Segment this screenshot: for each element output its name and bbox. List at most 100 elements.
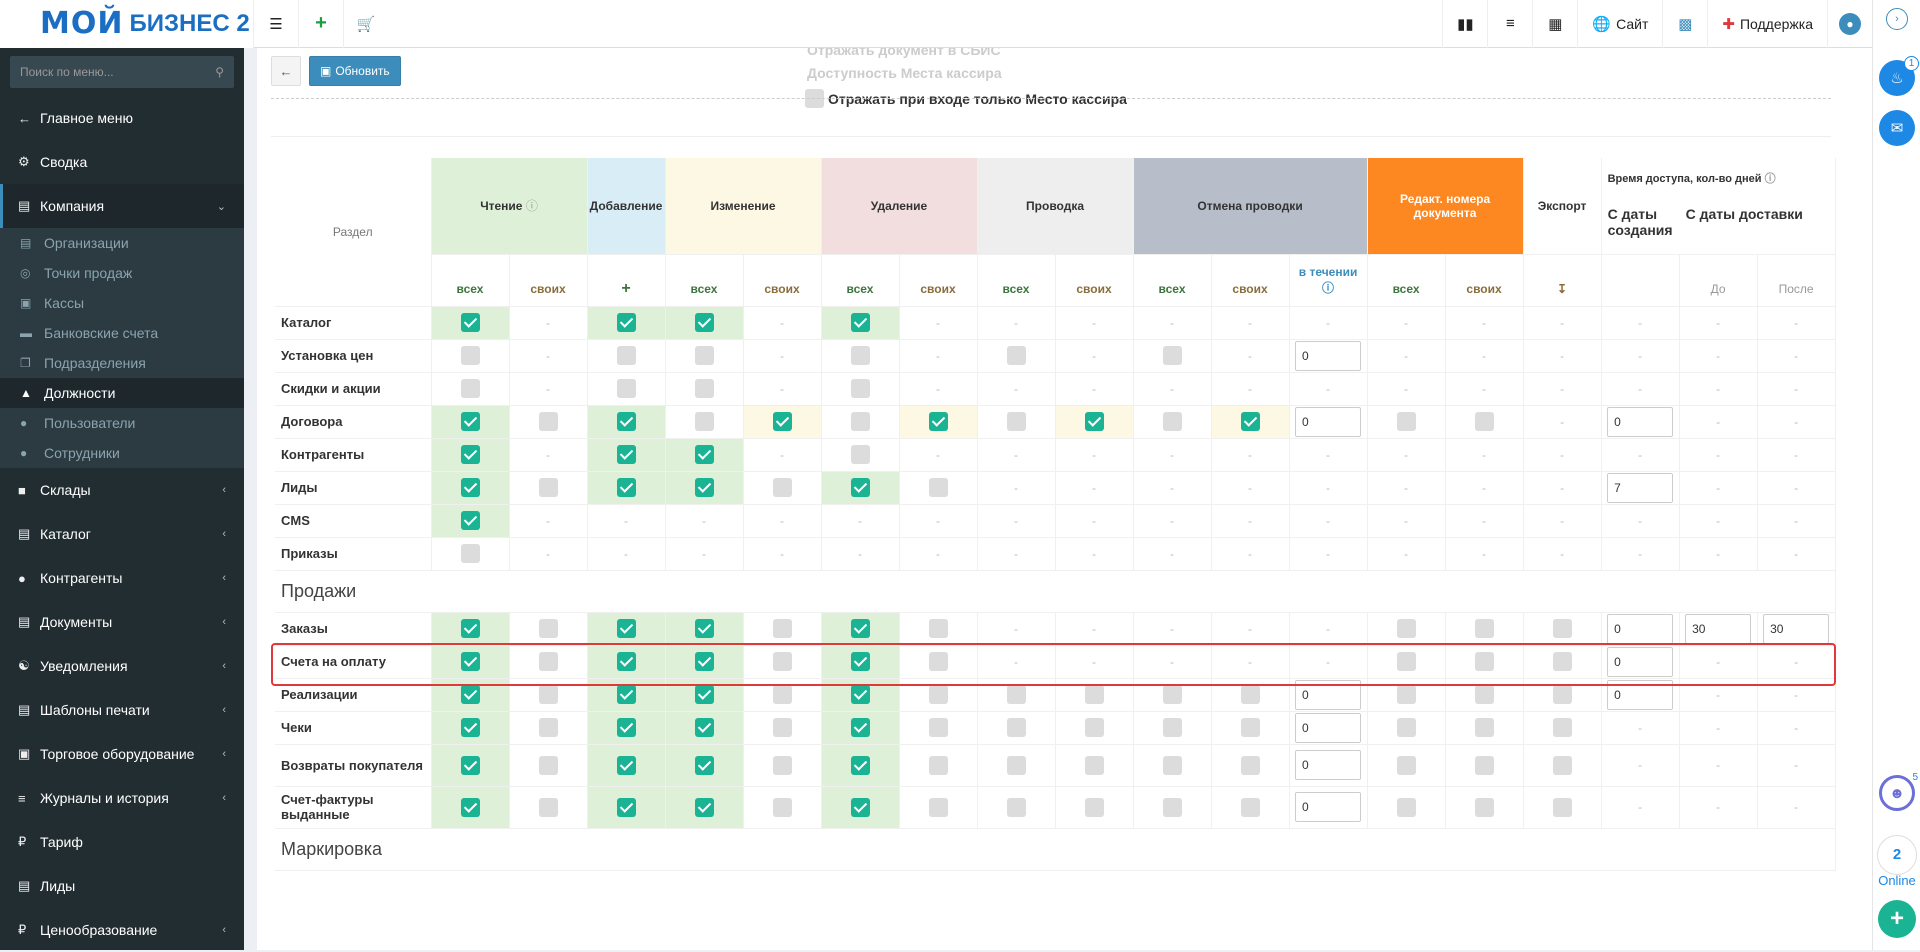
checkbox[interactable] — [1162, 755, 1182, 775]
checkbox[interactable] — [928, 755, 948, 775]
checkbox[interactable] — [1162, 797, 1182, 817]
checkbox[interactable] — [616, 379, 636, 398]
checkbox-checked[interactable] — [616, 718, 636, 737]
checkbox[interactable] — [772, 685, 792, 704]
fab-plus-icon[interactable]: + — [1878, 900, 1916, 938]
checkbox-checked[interactable] — [694, 445, 714, 464]
checkbox-checked[interactable] — [694, 755, 714, 775]
menu-item[interactable]: ☯ Уведомления ‹ — [0, 644, 244, 688]
refresh-button[interactable]: ▣ Обновить — [309, 56, 401, 86]
bell-icon[interactable]: ♨ 1 — [1879, 56, 1919, 96]
checkbox[interactable] — [1552, 755, 1572, 775]
checkbox[interactable] — [1240, 755, 1260, 775]
sub-divisions[interactable]: ❐ Подразделения — [0, 348, 244, 378]
days-input[interactable] — [1607, 679, 1674, 710]
checkbox[interactable] — [850, 379, 870, 398]
checkbox[interactable] — [928, 652, 948, 671]
checkbox-checked[interactable] — [850, 652, 870, 671]
checkbox[interactable] — [1396, 685, 1416, 704]
checkbox-checked[interactable] — [616, 445, 636, 464]
checkbox[interactable] — [460, 379, 480, 398]
checkbox[interactable] — [1396, 412, 1416, 431]
checkbox[interactable] — [1162, 346, 1182, 365]
checkbox[interactable] — [1474, 652, 1494, 671]
checkbox[interactable] — [928, 718, 948, 737]
checkbox[interactable] — [460, 544, 480, 563]
checkbox-checked[interactable] — [850, 797, 870, 817]
checkbox-checked[interactable] — [460, 313, 480, 332]
checkbox[interactable] — [538, 619, 558, 638]
checkbox[interactable] — [1006, 412, 1026, 431]
checkbox[interactable] — [1162, 412, 1182, 431]
checkbox[interactable] — [1396, 797, 1416, 817]
checkbox[interactable] — [538, 685, 558, 704]
checkbox-checked[interactable] — [1084, 412, 1104, 431]
checkbox-checked[interactable] — [616, 313, 636, 332]
site-button[interactable]: 🌐 Сайт — [1577, 0, 1662, 48]
checkbox[interactable] — [460, 346, 480, 365]
support-button[interactable]: ✚ Поддержка — [1707, 0, 1827, 48]
checkbox-checked[interactable] — [460, 619, 480, 638]
back-button[interactable]: ← — [271, 56, 301, 86]
menu-summary[interactable]: ⚙ Сводка — [0, 140, 244, 184]
days-input[interactable] — [1295, 792, 1362, 822]
checkbox-checked[interactable] — [694, 718, 714, 737]
checkbox[interactable] — [1552, 797, 1572, 817]
calendar-icon[interactable]: ▦ — [1532, 0, 1577, 48]
checkbox[interactable] — [538, 755, 558, 775]
checkbox[interactable] — [1006, 346, 1026, 365]
checkbox[interactable] — [1474, 685, 1494, 704]
menu-item[interactable]: ▤ Каталог ‹ — [0, 512, 244, 556]
checkbox[interactable] — [1552, 685, 1572, 704]
checkbox[interactable] — [1474, 797, 1494, 817]
menu-item[interactable]: ▤ Документы ‹ — [0, 600, 244, 644]
checkbox[interactable] — [538, 797, 558, 817]
checkbox[interactable] — [850, 445, 870, 464]
checkbox-checked[interactable] — [694, 652, 714, 671]
checkbox-checked[interactable] — [772, 412, 792, 431]
collapse-icon[interactable]: › — [1886, 8, 1908, 30]
checkbox-checked[interactable] — [694, 685, 714, 704]
cart-icon[interactable]: 🛒 — [343, 0, 388, 48]
checkbox-checked[interactable] — [616, 755, 636, 775]
checkbox[interactable] — [1396, 652, 1416, 671]
checkbox[interactable] — [850, 412, 870, 431]
logo[interactable]: МОЙ БИЗНЕС 2 — [0, 0, 253, 48]
menu-item[interactable]: ▤ Лиды — [0, 864, 244, 908]
checkbox-checked[interactable] — [460, 718, 480, 737]
checkbox[interactable] — [1396, 718, 1416, 737]
checkbox[interactable] — [538, 718, 558, 737]
menu-item[interactable]: ▤ Шаблоны печати ‹ — [0, 688, 244, 732]
checkbox[interactable] — [694, 379, 714, 398]
checkbox-checked[interactable] — [694, 478, 714, 497]
days-input[interactable] — [1763, 613, 1830, 644]
hamburger-icon[interactable]: ☰ — [253, 0, 298, 48]
checkbox[interactable] — [1552, 619, 1572, 638]
plus-icon[interactable]: + — [298, 0, 343, 48]
checkbox[interactable] — [928, 619, 948, 638]
checkbox[interactable] — [1006, 718, 1026, 737]
checkbox[interactable] — [616, 346, 636, 365]
checkbox-checked[interactable] — [694, 313, 714, 332]
checkbox-checked[interactable] — [850, 718, 870, 737]
checkbox-checked[interactable] — [460, 685, 480, 704]
menu-search-input[interactable]: Поиск по меню... ⚲ — [10, 56, 234, 88]
checkbox[interactable] — [694, 346, 714, 365]
checkbox[interactable] — [1474, 412, 1494, 431]
sub-points[interactable]: ◎ Точки продаж — [0, 258, 244, 288]
checkbox-checked[interactable] — [616, 652, 636, 671]
checkbox[interactable] — [1396, 755, 1416, 775]
checkbox-checked[interactable] — [616, 619, 636, 638]
checkbox[interactable] — [1084, 718, 1104, 737]
menu-item[interactable]: ● Контрагенты ‹ — [0, 556, 244, 600]
checkbox-checked[interactable] — [850, 313, 870, 332]
checkbox[interactable] — [1474, 619, 1494, 638]
checkbox[interactable] — [1240, 685, 1260, 704]
days-input[interactable] — [1295, 406, 1362, 437]
days-input[interactable] — [1295, 750, 1362, 780]
menu-main[interactable]: ← Главное меню — [0, 96, 244, 140]
checkbox-checked[interactable] — [616, 685, 636, 704]
days-input[interactable] — [1607, 613, 1674, 644]
chat-icon[interactable]: ✉ — [1879, 110, 1915, 146]
checkbox[interactable] — [1240, 797, 1260, 817]
